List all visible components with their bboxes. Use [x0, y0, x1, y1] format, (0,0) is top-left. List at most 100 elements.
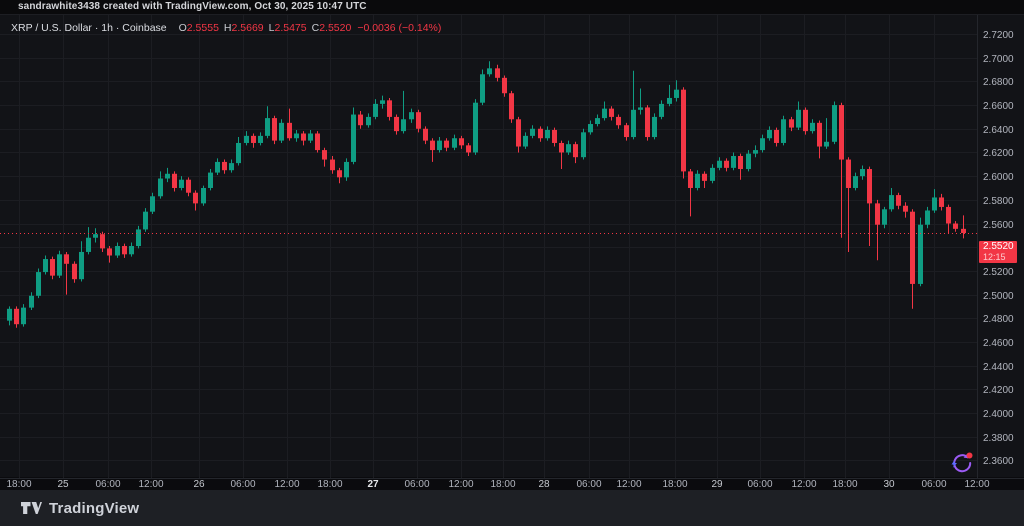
candle-body	[616, 117, 621, 125]
price-axis-label: 2.5800	[983, 196, 1014, 207]
price-axis-label: 2.5000	[983, 291, 1014, 302]
candle-body	[322, 150, 327, 159]
price-axis-label: 2.4000	[983, 409, 1014, 420]
time-axis-label: 25	[57, 479, 69, 490]
high-label: H	[224, 22, 232, 34]
candle	[21, 304, 26, 327]
candle	[724, 158, 729, 171]
candle	[466, 143, 471, 156]
candle-body	[452, 138, 457, 147]
candle	[710, 164, 715, 183]
price-axis-label: 2.6600	[983, 101, 1014, 112]
candle-body	[824, 142, 829, 147]
time-axis-label: 30	[883, 479, 895, 490]
candle-body	[143, 212, 148, 230]
price-axis-label: 2.7000	[983, 54, 1014, 65]
candle-body	[702, 174, 707, 181]
candle-body	[961, 229, 966, 233]
price-axis-label: 2.4800	[983, 314, 1014, 325]
symbol-title[interactable]: XRP / U.S. Dollar · 1h · Coinbase	[11, 22, 167, 34]
candle-body	[459, 138, 464, 145]
candle-body	[86, 238, 91, 252]
candle	[509, 91, 514, 123]
candle	[251, 133, 256, 147]
time-axis[interactable]: 18:002506:0012:002606:0012:0018:002706:0…	[6, 479, 989, 490]
symbol-legend[interactable]: XRP / U.S. Dollar · 1h · CoinbaseO2.5555…	[11, 22, 441, 34]
candle-body	[136, 229, 141, 246]
time-axis-label: 12:00	[138, 479, 163, 490]
candle-body	[545, 130, 550, 138]
candle-body	[760, 138, 765, 150]
candle-body	[903, 206, 908, 212]
candle-body	[882, 209, 887, 224]
candle	[946, 205, 951, 233]
time-axis-label: 12:00	[616, 479, 641, 490]
candle	[667, 85, 672, 106]
candle	[301, 131, 306, 145]
candle	[258, 132, 263, 145]
candle	[380, 96, 385, 109]
candle-body	[7, 309, 12, 321]
time-axis-label: 06:00	[404, 479, 429, 490]
candle	[222, 160, 227, 174]
candle-body	[215, 162, 220, 173]
candle-body	[832, 105, 837, 142]
candle-body	[674, 90, 679, 98]
candle-body	[738, 156, 743, 169]
candle-body	[867, 169, 872, 203]
candle	[72, 261, 77, 282]
candle-body	[64, 254, 69, 263]
candle	[939, 194, 944, 211]
candle-body	[79, 252, 84, 279]
candle	[64, 252, 69, 295]
candle-body	[14, 309, 19, 324]
tradingview-logo[interactable]: TradingView	[20, 500, 139, 517]
candle-body	[229, 163, 234, 170]
candle	[401, 91, 406, 134]
candle-body	[523, 136, 528, 147]
candle-body	[301, 133, 306, 140]
candle-body	[509, 93, 514, 119]
candle-body	[810, 123, 815, 131]
candle	[236, 137, 241, 165]
candle	[746, 150, 751, 171]
time-axis-label: 18:00	[317, 479, 342, 490]
candle-body	[846, 160, 851, 188]
candle-body	[860, 169, 865, 176]
refresh-icon[interactable]	[947, 449, 975, 477]
time-axis-label: 12:00	[274, 479, 299, 490]
price-axis-label: 2.7200	[983, 30, 1014, 41]
candle-body	[115, 246, 120, 255]
time-axis-label: 06:00	[576, 479, 601, 490]
time-axis-label: 26	[193, 479, 205, 490]
candle	[738, 154, 743, 180]
candle	[609, 106, 614, 120]
candle	[351, 107, 356, 164]
candle-body	[57, 254, 62, 275]
candlestick-chart[interactable]: 2.72002.70002.68002.66002.64002.62002.60…	[0, 15, 1024, 491]
candle	[674, 80, 679, 101]
candle-body	[287, 123, 292, 138]
price-axis-label: 2.6800	[983, 77, 1014, 88]
candle-body	[244, 136, 249, 143]
candle	[824, 118, 829, 149]
candle	[702, 171, 707, 188]
chart-pane[interactable]: 2.72002.70002.68002.66002.64002.62002.60…	[0, 14, 1024, 477]
candle-body	[29, 296, 34, 308]
candle-body	[495, 68, 500, 77]
candle	[387, 98, 392, 121]
candle	[602, 102, 607, 121]
candle-body	[43, 259, 48, 272]
candle-body	[774, 130, 779, 143]
candle-body	[609, 109, 614, 117]
candle	[229, 160, 234, 173]
last-price-value: 2.5520	[983, 242, 1017, 252]
candle	[437, 137, 442, 152]
candle	[29, 292, 34, 310]
candle-body	[932, 197, 937, 210]
candle	[918, 218, 923, 287]
candle-body	[538, 129, 543, 138]
candle-body	[21, 308, 26, 325]
candle	[932, 189, 937, 213]
candle	[688, 169, 693, 216]
